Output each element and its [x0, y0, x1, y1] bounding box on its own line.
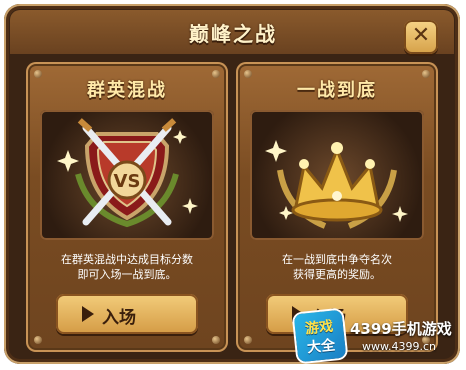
- mode-art: VS: [40, 110, 214, 240]
- mode-description: 在群英混战中达成目标分数 即可入场一战到底。: [34, 252, 220, 282]
- rivet-icon: [244, 336, 252, 344]
- description-line: 即可入场一战到底。: [77, 268, 177, 281]
- watermark-logo: 游戏 大全: [293, 309, 347, 363]
- enter-button-label: 入场: [102, 308, 136, 328]
- description-line: 获得更高的奖励。: [293, 268, 381, 281]
- mode-card-melee: 群英混战 VS 在群英混战中达成目标分数 即可入场一战到底。 入场: [26, 62, 228, 352]
- close-button[interactable]: ✕: [404, 20, 438, 54]
- vs-shield-swords-icon: VS: [57, 118, 198, 228]
- crown-laurel-icon: [265, 140, 408, 229]
- description-line: 在群英混战中达成目标分数: [61, 253, 193, 266]
- rivet-icon: [212, 336, 220, 344]
- mode-description: 在一战到底中争夺名次 获得更高的奖励。: [244, 252, 430, 282]
- site-watermark: 游戏 大全 4399手机游戏 www.4399.cn: [293, 309, 460, 363]
- description-line: 在一战到底中争夺名次: [282, 253, 392, 266]
- mode-title: 一战到底: [297, 80, 377, 101]
- mode-card-fight-to-end: 一战到底 在一战到底中争夺名次 获得更高的奖励。 入场: [236, 62, 438, 352]
- play-icon: [82, 306, 94, 322]
- enter-button-melee[interactable]: 入场: [56, 294, 198, 334]
- dialog-title: 巅峰之战: [189, 22, 277, 46]
- watermark-url: www.4399.cn: [362, 340, 436, 353]
- mode-title: 群英混战: [87, 80, 167, 101]
- watermark-badge-bottom: 大全: [306, 337, 336, 357]
- rivet-icon: [34, 336, 42, 344]
- watermark-site-name: 4399手机游戏: [350, 320, 452, 338]
- mode-art: [250, 110, 424, 240]
- vs-label: VS: [114, 171, 141, 192]
- close-icon: ✕: [411, 23, 431, 48]
